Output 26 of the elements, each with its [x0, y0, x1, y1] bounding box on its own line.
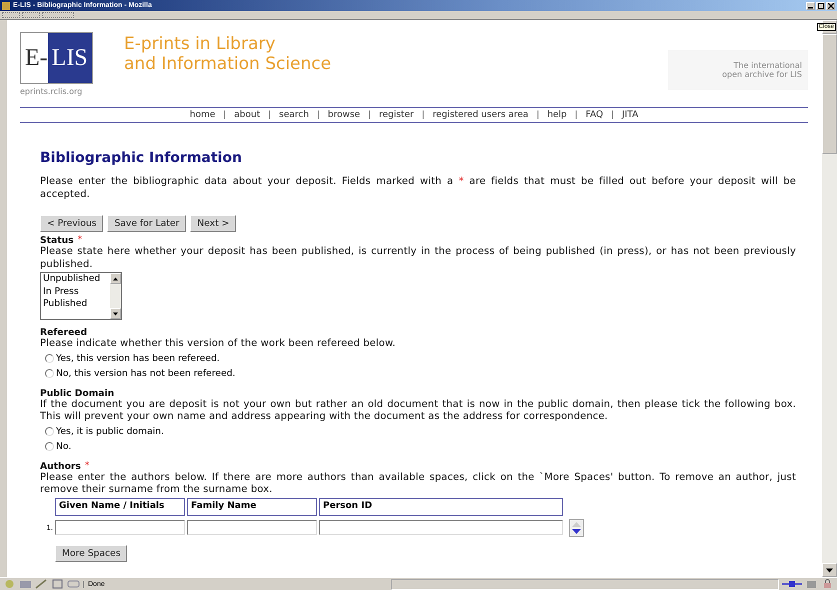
- help-text: If the document you are deposit is not your own but rather an old document that is now in the public domain, then please tick the following box. This will prevent your own name and address appearing with the document as the address for correspondence.: [40, 398, 796, 424]
- site-url: eprints.rclis.org: [20, 87, 84, 96]
- intro-text: Please enter the bibliographic data about your deposit. Fields marked with a * are fields that must be filled out before your deposit will be accepted.: [40, 176, 796, 201]
- nav-separator: |: [422, 110, 425, 120]
- column-header: Given Name / Initials: [55, 498, 185, 516]
- site-title: E-prints in Library: [124, 34, 276, 54]
- help-text: Please enter the authors below. If there are more authors than available spaces, click on the `More Spaces' button. To remove an author, just remove their surname from the surname box.: [40, 472, 796, 496]
- column-header: Person ID: [319, 498, 563, 516]
- nav-separator: |: [574, 110, 578, 120]
- page-heading: Bibliographic Information: [40, 150, 243, 166]
- nav-separator: |: [536, 110, 540, 120]
- required-mark: *: [84, 460, 90, 472]
- nav-separator: |: [611, 110, 614, 120]
- help-text: Please indicate whether this version of the work been refereed below.: [40, 338, 397, 350]
- field-label: Status: [40, 235, 74, 246]
- field-label: Authors: [40, 460, 81, 472]
- nav-separator: |: [316, 110, 320, 120]
- field-label: Public Domain: [40, 388, 114, 398]
- site-title: and Information Science: [124, 54, 332, 74]
- required-mark: *: [78, 235, 82, 246]
- help-text: Please state here whether your deposit has been published, is currently in the process of being published (in press), or has not been previously published.: [40, 246, 796, 271]
- nav-separator: |: [268, 110, 271, 120]
- field-label: Refereed: [40, 327, 88, 338]
- nav-separator: |: [368, 110, 371, 120]
- column-header: Family Name: [187, 498, 317, 516]
- nav-separator: |: [223, 110, 226, 120]
